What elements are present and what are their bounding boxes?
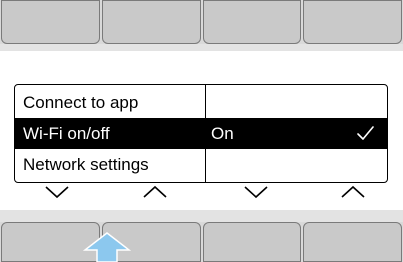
top-key-3[interactable] — [202, 0, 302, 44]
settings-menu: Connect to app Wi-Fi on/off On Network s… — [14, 84, 388, 183]
menu-item-value: On — [211, 123, 234, 143]
menu-item-wifi-on-off[interactable]: Wi-Fi on/off On — [15, 118, 387, 149]
menu-item-connect-to-app[interactable]: Connect to app — [15, 87, 387, 118]
up-key-2[interactable] — [303, 222, 402, 262]
top-key-row — [0, 0, 403, 44]
checkmark-icon — [357, 126, 374, 140]
chevron-up-icon — [341, 185, 365, 198]
top-key-4[interactable] — [303, 0, 402, 44]
top-key-1[interactable] — [1, 0, 100, 44]
menu-item-network-settings[interactable]: Network settings — [15, 149, 387, 180]
menu-item-label: Wi-Fi on/off — [23, 123, 110, 143]
screen-bottom-band — [0, 210, 403, 222]
menu-item-label: Connect to app — [23, 92, 139, 112]
top-key-2[interactable] — [101, 0, 201, 44]
chevron-down-icon — [244, 186, 268, 199]
chevron-down-icon — [45, 186, 69, 199]
up-arrow-icon — [83, 232, 131, 262]
menu-item-label: Network settings — [23, 154, 149, 174]
chevron-up-icon — [143, 185, 167, 198]
down-key-2[interactable] — [202, 222, 302, 262]
screen-top-band — [0, 44, 403, 51]
bottom-key-row — [0, 222, 403, 262]
